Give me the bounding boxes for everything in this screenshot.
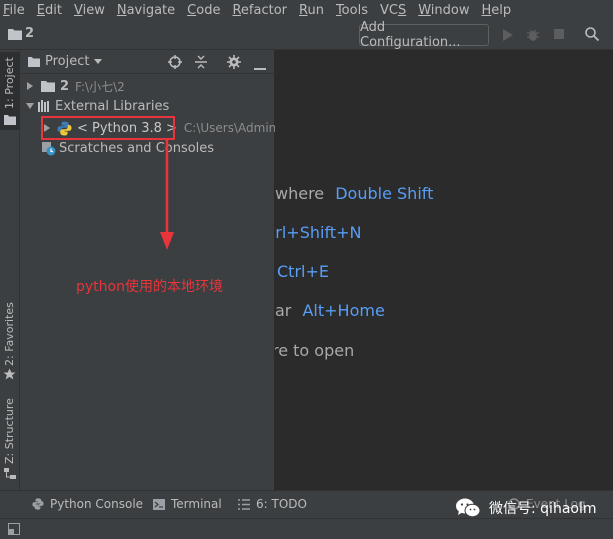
- project-panel-title: Project: [45, 54, 90, 69]
- welcome-navigation-bar: ar Alt+Home: [275, 301, 385, 320]
- run-icon[interactable]: [502, 28, 514, 46]
- tree-row-external-libraries[interactable]: External Libraries: [25, 96, 169, 116]
- python-console-label: Python Console: [50, 497, 144, 511]
- folder-icon: [8, 28, 22, 44]
- menu-view[interactable]: View: [74, 3, 105, 18]
- welcome-search-everywhere: where Double Shift: [275, 184, 434, 203]
- scratches-label: Scratches and Consoles: [59, 140, 215, 156]
- menu-window[interactable]: Window: [418, 3, 469, 18]
- project-stripe-icon: [4, 114, 16, 129]
- chevron-down-icon: [26, 103, 34, 109]
- python-sdk-path: C:\Users\Admin\A: [183, 121, 289, 135]
- debug-icon[interactable]: [526, 28, 540, 46]
- folder-icon: [41, 80, 55, 92]
- tab-project-label: 1: Project: [3, 57, 16, 109]
- project-panel-header: Project: [20, 50, 275, 74]
- tab-project[interactable]: 1: Project: [0, 52, 20, 130]
- welcome-recent-files: Ctrl+E: [277, 262, 329, 281]
- terminal-label: Terminal: [171, 497, 222, 511]
- root-folder-path: F:\小七\2: [75, 79, 125, 94]
- library-icon: [38, 100, 49, 112]
- menu-refactor[interactable]: Refactor: [232, 3, 287, 18]
- gear-icon[interactable]: [227, 55, 241, 73]
- scratches-icon: [42, 141, 56, 155]
- collapse-all-icon[interactable]: [194, 55, 208, 73]
- menu-bar: File Edit View Navigate Code Refactor Ru…: [0, 0, 613, 20]
- tree-row-root[interactable]: 2 F:\小七\2: [25, 76, 125, 96]
- locate-icon[interactable]: [168, 55, 182, 73]
- todo-icon: [238, 498, 250, 510]
- breadcrumb-project[interactable]: 2: [25, 26, 34, 41]
- structure-icon: [4, 468, 16, 484]
- status-bar: [0, 518, 613, 539]
- project-folder-icon: [28, 56, 40, 67]
- welcome-goto-file: trl+Shift+N: [275, 223, 361, 242]
- search-icon[interactable]: [584, 26, 600, 46]
- todo-label: 6: TODO: [256, 497, 307, 511]
- tab-favorites[interactable]: 2: Favorites: [0, 300, 20, 385]
- wechat-logo-icon: [456, 498, 481, 518]
- layout-toggle-icon[interactable]: [8, 523, 20, 539]
- menu-navigate[interactable]: Navigate: [117, 3, 175, 18]
- shortcut-double-shift: Double Shift: [335, 184, 434, 203]
- wechat-id-text: 微信号: qihaolm: [489, 501, 597, 517]
- menu-code[interactable]: Code: [187, 3, 220, 18]
- shortcut-alt-home: Alt+Home: [302, 301, 385, 320]
- terminal-icon: [153, 498, 165, 510]
- annotation-highlight-box: [41, 116, 175, 140]
- minimize-icon[interactable]: [254, 60, 266, 75]
- add-configuration-button[interactable]: Add Configuration...: [359, 20, 489, 50]
- tab-structure-label: Z: Structure: [3, 398, 16, 464]
- menu-edit[interactable]: Edit: [37, 3, 62, 18]
- menu-file[interactable]: File: [3, 3, 25, 18]
- shortcut-ctrl-e: Ctrl+E: [277, 262, 329, 281]
- external-libraries-label: External Libraries: [55, 98, 170, 114]
- annotation-arrow-icon: [160, 140, 174, 250]
- wechat-watermark: 微信号: qihaolm: [455, 497, 597, 519]
- menu-vcs[interactable]: VCS: [380, 3, 406, 18]
- root-folder-name: 2: [60, 78, 70, 94]
- menu-run[interactable]: Run: [299, 3, 324, 18]
- project-view-selector[interactable]: Project: [28, 54, 103, 69]
- editor-welcome-area: where Double Shift trl+Shift+N Ctrl+E ar…: [275, 50, 613, 490]
- tab-python-console[interactable]: Python Console: [32, 497, 143, 511]
- chevron-down-icon: [94, 59, 103, 64]
- chevron-right-icon: [27, 82, 33, 90]
- navigation-bar: 2 Add Configuration...: [0, 20, 613, 50]
- menu-help[interactable]: Help: [482, 3, 512, 18]
- welcome-drop-files: re to open: [275, 341, 355, 360]
- tab-terminal[interactable]: Terminal: [153, 497, 222, 511]
- tree-row-scratches[interactable]: Scratches and Consoles: [41, 138, 214, 158]
- tab-favorites-label: 2: Favorites: [3, 302, 16, 366]
- tab-todo[interactable]: 6: TODO: [238, 497, 307, 511]
- tab-structure[interactable]: Z: Structure: [0, 398, 20, 479]
- annotation-note: python使用的本地环境: [76, 279, 223, 295]
- python-console-icon: [32, 498, 44, 510]
- shortcut-ctrl-shift-n: trl+Shift+N: [275, 223, 362, 242]
- stop-icon[interactable]: [553, 28, 565, 44]
- star-icon: [3, 368, 16, 385]
- menu-tools[interactable]: Tools: [336, 3, 368, 18]
